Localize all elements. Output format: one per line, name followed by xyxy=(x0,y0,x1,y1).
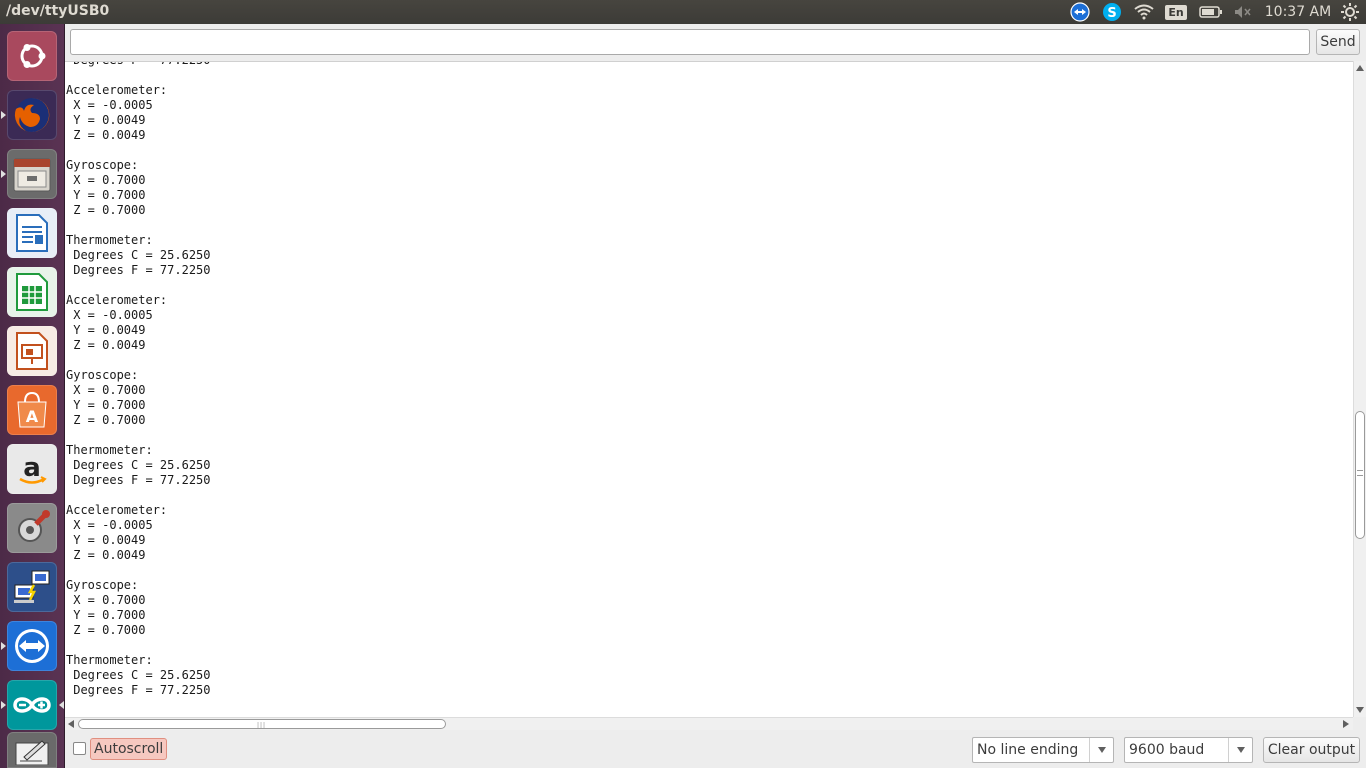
scroll-down-arrow-icon[interactable] xyxy=(1356,707,1364,713)
running-indicator xyxy=(1,701,6,709)
svg-text:a: a xyxy=(23,453,41,483)
horizontal-scrollbar[interactable]: ||| xyxy=(65,717,1353,730)
system-settings-icon[interactable] xyxy=(7,503,57,553)
running-indicator xyxy=(1,642,6,650)
launcher: A a xyxy=(0,24,65,768)
volume-muted-icon[interactable] xyxy=(1232,0,1254,24)
svg-text:S: S xyxy=(1107,6,1116,21)
libreoffice-impress-icon[interactable] xyxy=(7,326,57,376)
window-title: /dev/ttyUSB0 xyxy=(6,3,110,19)
settings-gear-icon[interactable] xyxy=(1338,0,1362,24)
battery-icon[interactable] xyxy=(1197,0,1225,24)
skype-tray-icon[interactable]: S xyxy=(1100,0,1124,24)
send-button[interactable]: Send xyxy=(1316,29,1360,55)
chevron-down-icon xyxy=(1089,738,1113,762)
language-code: En xyxy=(1165,4,1187,20)
running-indicator xyxy=(1,111,6,119)
vertical-scroll-thumb[interactable] xyxy=(1355,411,1365,539)
ubuntu-dash-icon[interactable] xyxy=(7,31,57,81)
scroll-left-arrow-icon[interactable] xyxy=(68,720,74,728)
teamviewer-icon[interactable] xyxy=(7,621,57,671)
autoscroll-checkbox[interactable] xyxy=(73,742,86,755)
baud-rate-value: 9600 baud xyxy=(1129,742,1205,758)
scroll-right-arrow-icon[interactable] xyxy=(1343,720,1349,728)
grip-icon: ||| xyxy=(257,722,267,729)
arduino-icon[interactable] xyxy=(7,680,57,730)
clear-output-button[interactable]: Clear output xyxy=(1263,737,1360,763)
chevron-down-icon xyxy=(1228,738,1252,762)
files-icon[interactable] xyxy=(7,149,57,199)
amazon-icon[interactable]: a xyxy=(7,444,57,494)
serial-output-area[interactable]: Degrees F = 77.2250 Accelerometer: X = -… xyxy=(65,61,1353,717)
vertical-scrollbar[interactable] xyxy=(1353,61,1366,717)
send-input[interactable] xyxy=(70,29,1310,55)
libreoffice-writer-icon[interactable] xyxy=(7,208,57,258)
running-indicator xyxy=(1,170,6,178)
serial-output-text: Degrees F = 77.2250 Accelerometer: X = -… xyxy=(66,62,211,697)
wifi-icon[interactable] xyxy=(1132,0,1156,24)
libreoffice-calc-icon[interactable] xyxy=(7,267,57,317)
grip-icon xyxy=(1357,470,1363,476)
serial-monitor-window: Send Degrees F = 77.2250 Accelerometer: … xyxy=(65,24,1366,768)
baud-rate-select[interactable]: 9600 baud xyxy=(1124,737,1253,763)
horizontal-scroll-thumb[interactable]: ||| xyxy=(78,719,446,729)
firefox-icon[interactable] xyxy=(7,90,57,140)
scroll-up-arrow-icon[interactable] xyxy=(1356,65,1364,71)
top-panel: /dev/ttyUSB0 S En 10:37 AM xyxy=(0,0,1366,24)
text-editor-icon[interactable] xyxy=(7,732,57,768)
keyboard-language-indicator[interactable]: En xyxy=(1165,0,1187,24)
active-indicator xyxy=(59,701,64,709)
clock[interactable]: 10:37 AM xyxy=(1262,0,1334,24)
svg-text:A: A xyxy=(26,407,39,426)
teamviewer-tray-icon[interactable] xyxy=(1068,0,1092,24)
ubuntu-software-icon[interactable]: A xyxy=(7,385,57,435)
network-tool-icon[interactable] xyxy=(7,562,57,612)
autoscroll-label[interactable]: Autoscroll xyxy=(90,738,168,760)
line-ending-value: No line ending xyxy=(977,742,1079,758)
line-ending-select[interactable]: No line ending xyxy=(972,737,1114,763)
